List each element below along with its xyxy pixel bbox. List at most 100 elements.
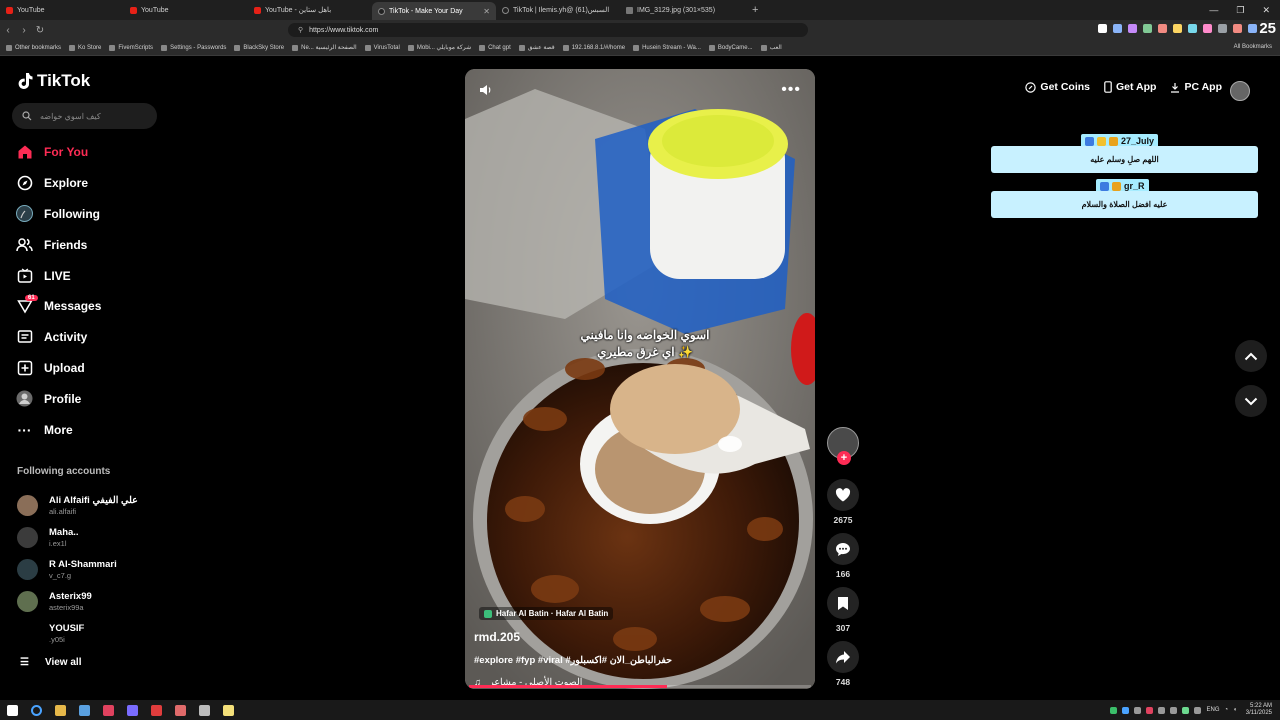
tiktok-logo[interactable]: TikTok (17, 71, 90, 91)
taskbar-app-icon[interactable] (72, 700, 96, 720)
new-tab-button[interactable]: + (744, 4, 766, 16)
taskbar-app-icon[interactable] (48, 700, 72, 720)
bookmark-item[interactable]: العب (760, 44, 782, 51)
bookmark-item[interactable]: Other bookmarks (6, 44, 61, 51)
previous-video-button[interactable] (1235, 340, 1267, 372)
extension-icon[interactable] (1233, 24, 1242, 33)
bookmark-item[interactable]: Mobi... شركة موبايلي (407, 44, 471, 51)
extension-icon[interactable] (1203, 24, 1212, 33)
taskbar-app-icon[interactable] (144, 700, 168, 720)
volume-icon[interactable] (479, 83, 493, 97)
location-tag[interactable]: Hafar Al Batin · Hafar Al Batin (479, 607, 614, 620)
taskbar-app-icon[interactable] (120, 700, 144, 720)
sidebar-item-profile[interactable]: Profile (16, 383, 166, 414)
tray-icon[interactable] (1146, 706, 1154, 714)
taskbar-app-icon[interactable] (96, 700, 120, 720)
following-account[interactable]: Ali Alfaifi علي الفيفي ali.alfaifi (17, 489, 177, 521)
taskbar-clock[interactable]: 5:22 AM 3/11/2025 (1246, 703, 1272, 717)
extension-icon[interactable] (1128, 24, 1137, 33)
following-account[interactable]: YOUSIF .y05i (17, 617, 177, 649)
maximize-icon[interactable]: ❐ (1236, 5, 1244, 16)
taskbar-app-icon[interactable] (192, 700, 216, 720)
extension-icon[interactable] (1143, 24, 1152, 33)
sidebar-item-explore[interactable]: Explore (16, 168, 166, 199)
bookmark-item[interactable]: FivemScripts (109, 44, 153, 51)
extension-icon[interactable] (1098, 24, 1107, 33)
wifi-icon[interactable]: ◔ (1225, 707, 1229, 713)
tray-icon[interactable] (1170, 706, 1178, 714)
bookmark-item[interactable]: Chat gpt (479, 44, 511, 51)
language-indicator[interactable]: ENG (1206, 707, 1219, 713)
sidebar-item-activity[interactable]: Activity (16, 322, 166, 353)
bookmark-item[interactable]: BlackSky Store (234, 44, 284, 51)
share-button[interactable] (827, 641, 859, 673)
tray-icon[interactable] (1158, 706, 1166, 714)
get-coins-button[interactable]: Get Coins (1025, 81, 1090, 93)
tray-icon[interactable] (1122, 706, 1130, 714)
save-button[interactable] (827, 587, 859, 619)
search-input[interactable]: كيف اسوي خواضه (12, 103, 157, 129)
following-account[interactable]: Asterix99 asterix99a (17, 585, 177, 617)
taskbar-app-icon[interactable] (168, 700, 192, 720)
search-taskbar-icon[interactable] (24, 700, 48, 720)
browser-tab[interactable]: YouTube (0, 2, 124, 18)
taskbar-app-icon[interactable] (216, 700, 240, 720)
bookmark-item[interactable]: Ne... الصفحة الرئيسية (292, 44, 357, 51)
pc-app-button[interactable]: PC App (1170, 81, 1222, 93)
sidebar-item-upload[interactable]: Upload (16, 353, 166, 384)
extension-icon[interactable] (1173, 24, 1182, 33)
bookmark-item[interactable]: قصة عشق (518, 44, 555, 51)
close-tab-icon[interactable]: ✕ (483, 7, 490, 16)
back-icon[interactable]: ‹ (0, 25, 16, 36)
bookmark-item[interactable]: BodyCame... (708, 44, 753, 51)
close-window-icon[interactable]: ✕ (1262, 5, 1270, 16)
sidebar-item-live[interactable]: LIVE (16, 260, 166, 291)
tray-icon[interactable] (1110, 706, 1118, 714)
user-avatar[interactable] (1230, 81, 1250, 101)
sidebar-item-for-you[interactable]: For You (16, 137, 166, 168)
video-hashtags[interactable]: #explore #fyp #viral #حفرالباطن_الان #اك… (474, 655, 672, 666)
reload-icon[interactable]: ↻ (32, 25, 48, 36)
bookmark-item[interactable]: Ko Store (69, 44, 101, 51)
sidebar-item-friends[interactable]: Friends (16, 229, 166, 260)
like-button[interactable] (827, 479, 859, 511)
more-options-icon[interactable]: ••• (781, 81, 801, 99)
sidebar-item-more[interactable]: ··· More (16, 414, 166, 445)
forward-icon[interactable]: › (16, 25, 32, 36)
video-player[interactable]: ••• اسوي الخواضه وانا مافيني اي غرق مطير… (465, 69, 815, 689)
browser-tab[interactable]: TikTok | Ilemis.yh@ (61)السبس (496, 2, 620, 18)
comment-button[interactable] (827, 533, 859, 565)
bookmark-item[interactable]: VirusTotal (364, 44, 400, 51)
address-bar[interactable]: ⚲ https://www.tiktok.com (288, 23, 808, 37)
sidebar-item-following[interactable]: Following (16, 199, 166, 230)
browser-tab[interactable]: YouTube (124, 2, 248, 18)
following-account[interactable]: Maha.. i.ex1l (17, 521, 177, 553)
volume-tray-icon[interactable]: ◖ (1233, 707, 1237, 713)
view-all-button[interactable]: ☰ View all (20, 657, 81, 668)
extension-icon[interactable] (1218, 24, 1227, 33)
tray-icon[interactable] (1134, 706, 1142, 714)
next-video-button[interactable] (1235, 385, 1267, 417)
all-bookmarks-button[interactable]: All Bookmarks (1234, 44, 1272, 50)
windows-start-icon[interactable] (0, 700, 24, 720)
creator-avatar[interactable]: + (827, 427, 859, 465)
browser-tab[interactable]: IMG_3129.jpg (301×535) (620, 2, 744, 18)
get-app-button[interactable]: Get App (1104, 81, 1156, 93)
browser-tab-active[interactable]: TikTok - Make Your Day ✕ (372, 2, 496, 20)
video-progress-bar[interactable] (469, 685, 811, 688)
browser-tab[interactable]: YouTube - باهل ستاين (248, 2, 372, 18)
site-info-icon[interactable]: ⚲ (298, 26, 303, 34)
follow-plus-icon[interactable]: + (837, 451, 851, 465)
minimize-icon[interactable]: — (1209, 5, 1218, 16)
extension-icon[interactable] (1188, 24, 1197, 33)
tray-icon[interactable] (1182, 706, 1190, 714)
following-account[interactable]: R Al-Shammari v_c7.g (17, 553, 177, 585)
bookmark-item[interactable]: Settings - Passwords (161, 44, 226, 51)
extension-icon[interactable] (1113, 24, 1122, 33)
bookmark-item[interactable]: Husein Stream - Wa... (633, 44, 701, 51)
extension-icon[interactable] (1158, 24, 1167, 33)
video-author[interactable]: rmd.205 (474, 630, 520, 644)
extension-icon[interactable] (1248, 24, 1257, 33)
bookmark-item[interactable]: 192.168.8.1/#/home (562, 44, 625, 51)
sidebar-item-messages[interactable]: 61 Messages (16, 291, 166, 322)
